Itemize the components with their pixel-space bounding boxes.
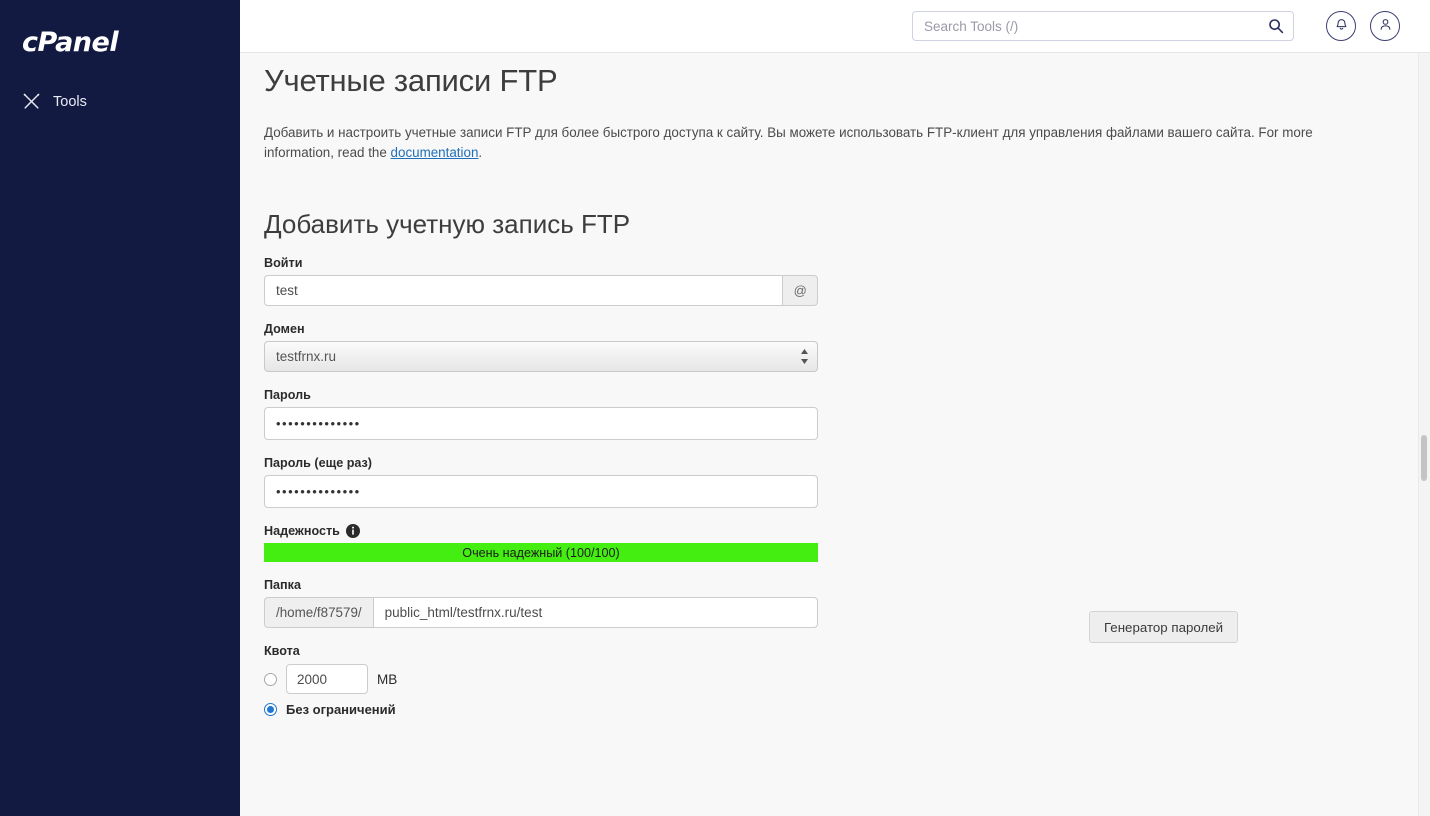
home-path-prefix: /home/f87579/ xyxy=(264,597,373,628)
page-description: Добавить и настроить учетные записи FTP … xyxy=(264,123,1384,163)
password-strength-text: Очень надежный (100/100) xyxy=(462,545,620,560)
main-area: Учетные записи FTP Добавить и настроить … xyxy=(240,0,1430,816)
sidebar-item-tools[interactable]: Tools xyxy=(22,92,87,111)
directory-input-group: /home/f87579/ xyxy=(264,597,818,628)
vertical-scrollbar-track[interactable] xyxy=(1418,53,1430,816)
login-input[interactable] xyxy=(264,275,783,306)
quota-limited-radio[interactable] xyxy=(264,672,277,686)
sidebar: cPanel Tools xyxy=(0,0,240,816)
quota-unlimited-radio[interactable] xyxy=(264,703,277,716)
topbar xyxy=(240,0,1430,53)
notifications-button[interactable] xyxy=(1326,11,1356,41)
directory-input[interactable] xyxy=(372,597,818,628)
strength-label-row: Надежность xyxy=(264,524,818,538)
password-strength-bar: Очень надежный (100/100) xyxy=(264,543,818,562)
search-icon[interactable] xyxy=(1268,18,1284,34)
add-ftp-account-form: Войти @ Домен testfrnx.ru xyxy=(264,256,818,717)
directory-field-group: Папка /home/f87579/ xyxy=(264,578,818,628)
password-input[interactable] xyxy=(264,407,818,440)
account-button[interactable] xyxy=(1370,11,1400,41)
page-description-suffix: . xyxy=(478,145,483,160)
user-icon xyxy=(1378,17,1393,35)
domain-label: Домен xyxy=(264,322,305,336)
login-field-group: Войти @ xyxy=(264,256,818,306)
tools-icon xyxy=(22,92,41,111)
password-generator-button[interactable]: Генератор паролей xyxy=(1089,611,1239,643)
password-confirm-input[interactable] xyxy=(264,475,818,508)
strength-field-group: Надежность Очень надежный (100/100) xyxy=(264,524,818,562)
search-input[interactable] xyxy=(912,11,1294,41)
password-label: Пароль xyxy=(264,388,311,402)
quota-unit-label: MB xyxy=(377,671,398,687)
quota-field-group: Квота MB Без ограничений xyxy=(264,644,818,717)
cpanel-app: cPanel Tools Search Tools (/) Учетные за… xyxy=(0,0,1430,816)
password-confirm-field-group: Пароль (еще раз) xyxy=(264,456,818,508)
search-container xyxy=(912,11,1294,41)
domain-select-wrap: testfrnx.ru xyxy=(264,341,818,372)
quota-unlimited-row: Без ограничений xyxy=(264,702,818,717)
sidebar-item-label: Tools xyxy=(53,93,87,110)
quota-label: Квота xyxy=(264,644,300,658)
quota-limited-row: MB xyxy=(264,664,818,694)
password-field-group: Пароль xyxy=(264,388,818,440)
login-input-group: @ xyxy=(264,275,818,306)
domain-field-group: Домен testfrnx.ru xyxy=(264,322,818,372)
bell-icon xyxy=(1334,17,1349,35)
password-confirm-label: Пароль (еще раз) xyxy=(264,456,372,470)
cpanel-logo[interactable]: cPanel xyxy=(22,27,119,58)
login-label: Войти xyxy=(264,256,303,270)
directory-label: Папка xyxy=(264,578,301,592)
documentation-link[interactable]: documentation xyxy=(391,145,479,160)
content-area: Учетные записи FTP Добавить и настроить … xyxy=(240,53,1430,816)
quota-unlimited-label: Без ограничений xyxy=(286,702,396,717)
form-heading: Добавить учетную запись FTP xyxy=(264,209,631,239)
strength-label: Надежность xyxy=(264,524,340,538)
info-icon[interactable] xyxy=(345,524,360,538)
page-title: Учетные записи FTP xyxy=(264,63,558,98)
quota-value-input[interactable] xyxy=(286,664,368,694)
vertical-scrollbar-thumb[interactable] xyxy=(1421,435,1427,481)
domain-select[interactable]: testfrnx.ru xyxy=(264,341,818,372)
at-symbol-addon: @ xyxy=(782,275,818,306)
